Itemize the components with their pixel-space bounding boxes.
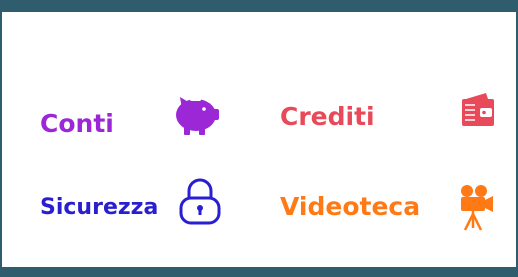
menu-item-crediti[interactable]: Crediti — [280, 102, 375, 132]
menu-panel: Conti Crediti Sicurezza Videoteca — [0, 0, 518, 277]
piggy-bank-icon[interactable] — [168, 91, 220, 137]
movie-camera-icon[interactable] — [456, 182, 496, 234]
menu-item-videoteca[interactable]: Videoteca — [280, 192, 420, 222]
menu-item-sicurezza[interactable]: Sicurezza — [40, 193, 158, 223]
padlock-icon[interactable] — [176, 177, 224, 227]
wallet-icon[interactable] — [458, 90, 498, 130]
menu-item-conti[interactable]: Conti — [40, 109, 114, 139]
